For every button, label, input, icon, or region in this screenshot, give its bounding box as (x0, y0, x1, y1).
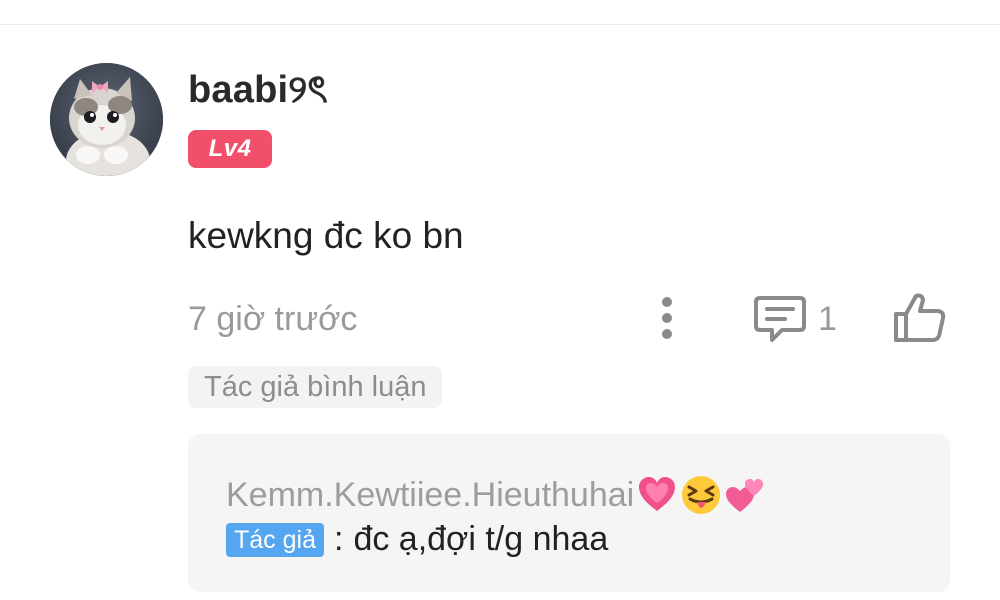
comment-icon (754, 296, 806, 342)
user-avatar[interactable] (50, 63, 163, 176)
reply-content: Tác giả : đc ạ,đợi t/g nhaa (226, 520, 608, 559)
comment-timestamp: 7 giờ trước (188, 300, 358, 338)
level-badge: Lv4 (188, 130, 272, 168)
growing-heart-emoji (639, 477, 676, 511)
squinting-tongue-emoji (682, 476, 721, 514)
reply-separator: : (333, 520, 344, 558)
reply-button[interactable]: 1 (752, 290, 842, 346)
like-button[interactable] (890, 290, 948, 346)
comment-item: baabi୨ৎ Lv4 kewkng đc ko bn 7 giờ trước … (0, 0, 1000, 600)
comment-text: kewkng đc ko bn (188, 215, 464, 256)
thumbs-up-icon (894, 293, 946, 342)
author-badge: Tác giả (226, 522, 324, 557)
reply-text: đc ạ,đợi t/g nhaa (353, 520, 609, 558)
reply-author-name: Kemm.Kewtiiee.Hieuthuhai (226, 475, 635, 514)
more-vertical-icon (662, 297, 672, 339)
two-hearts-emoji (726, 479, 764, 512)
reply-author[interactable]: Kemm.Kewtiiee.Hieuthuhai (226, 474, 766, 516)
more-options-button[interactable] (648, 292, 686, 344)
cat-avatar-image (50, 63, 163, 176)
reply-preview[interactable]: Kemm.Kewtiiee.Hieuthuhai Tác giả : đc ạ,… (188, 434, 950, 592)
reply-count: 1 (818, 300, 837, 338)
author-commented-tag: Tác giả bình luận (188, 366, 443, 408)
username[interactable]: baabi୨ৎ (188, 60, 328, 124)
